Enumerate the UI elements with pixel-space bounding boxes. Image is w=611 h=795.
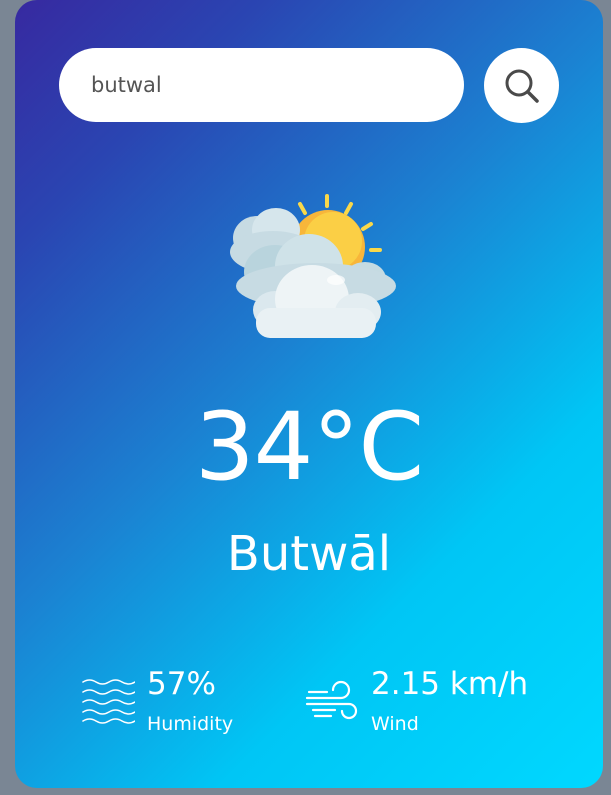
humidity-value: 57%	[147, 666, 216, 702]
search-button[interactable]	[484, 48, 559, 123]
wind-label: Wind	[371, 713, 419, 735]
temperature-display: 34°C	[194, 393, 424, 502]
city-name: Butwāl	[226, 526, 392, 582]
humidity-waves-icon	[82, 679, 135, 724]
wind-value: 2.15 km/h	[371, 666, 529, 702]
wind-icon	[305, 680, 358, 720]
partly-cloudy-icon	[230, 194, 396, 338]
search-icon	[505, 69, 539, 103]
weather-card: 34°C Butwāl 57% Humidity 2.15 km/h Wind	[15, 0, 603, 788]
search-input[interactable]	[59, 48, 464, 122]
humidity-label: Humidity	[147, 713, 234, 735]
